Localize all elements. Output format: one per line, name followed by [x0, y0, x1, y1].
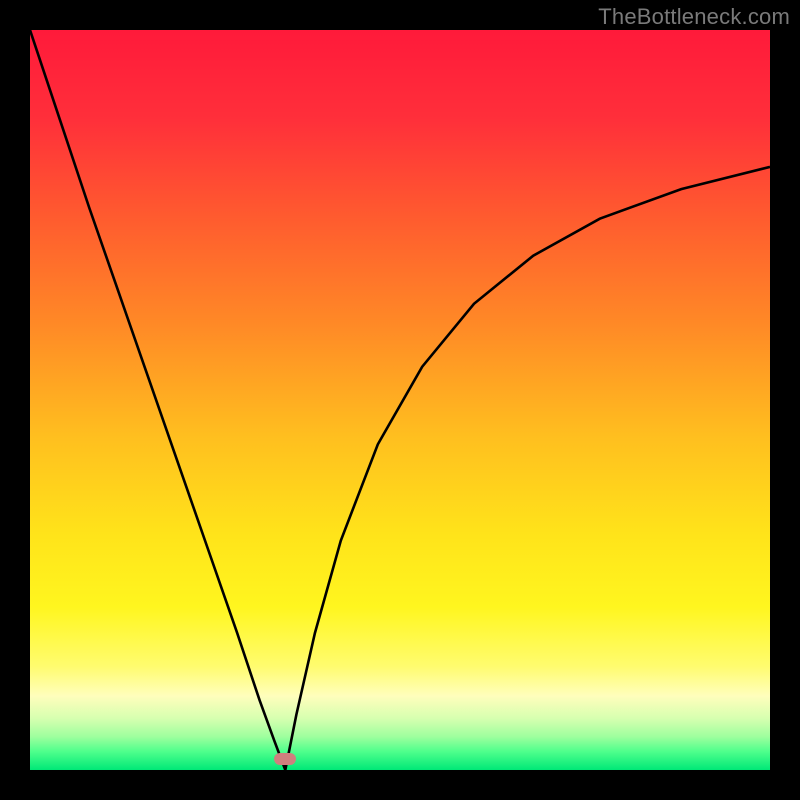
chart-frame: TheBottleneck.com	[0, 0, 800, 800]
watermark-text: TheBottleneck.com	[598, 4, 790, 30]
plot-area	[30, 30, 770, 770]
